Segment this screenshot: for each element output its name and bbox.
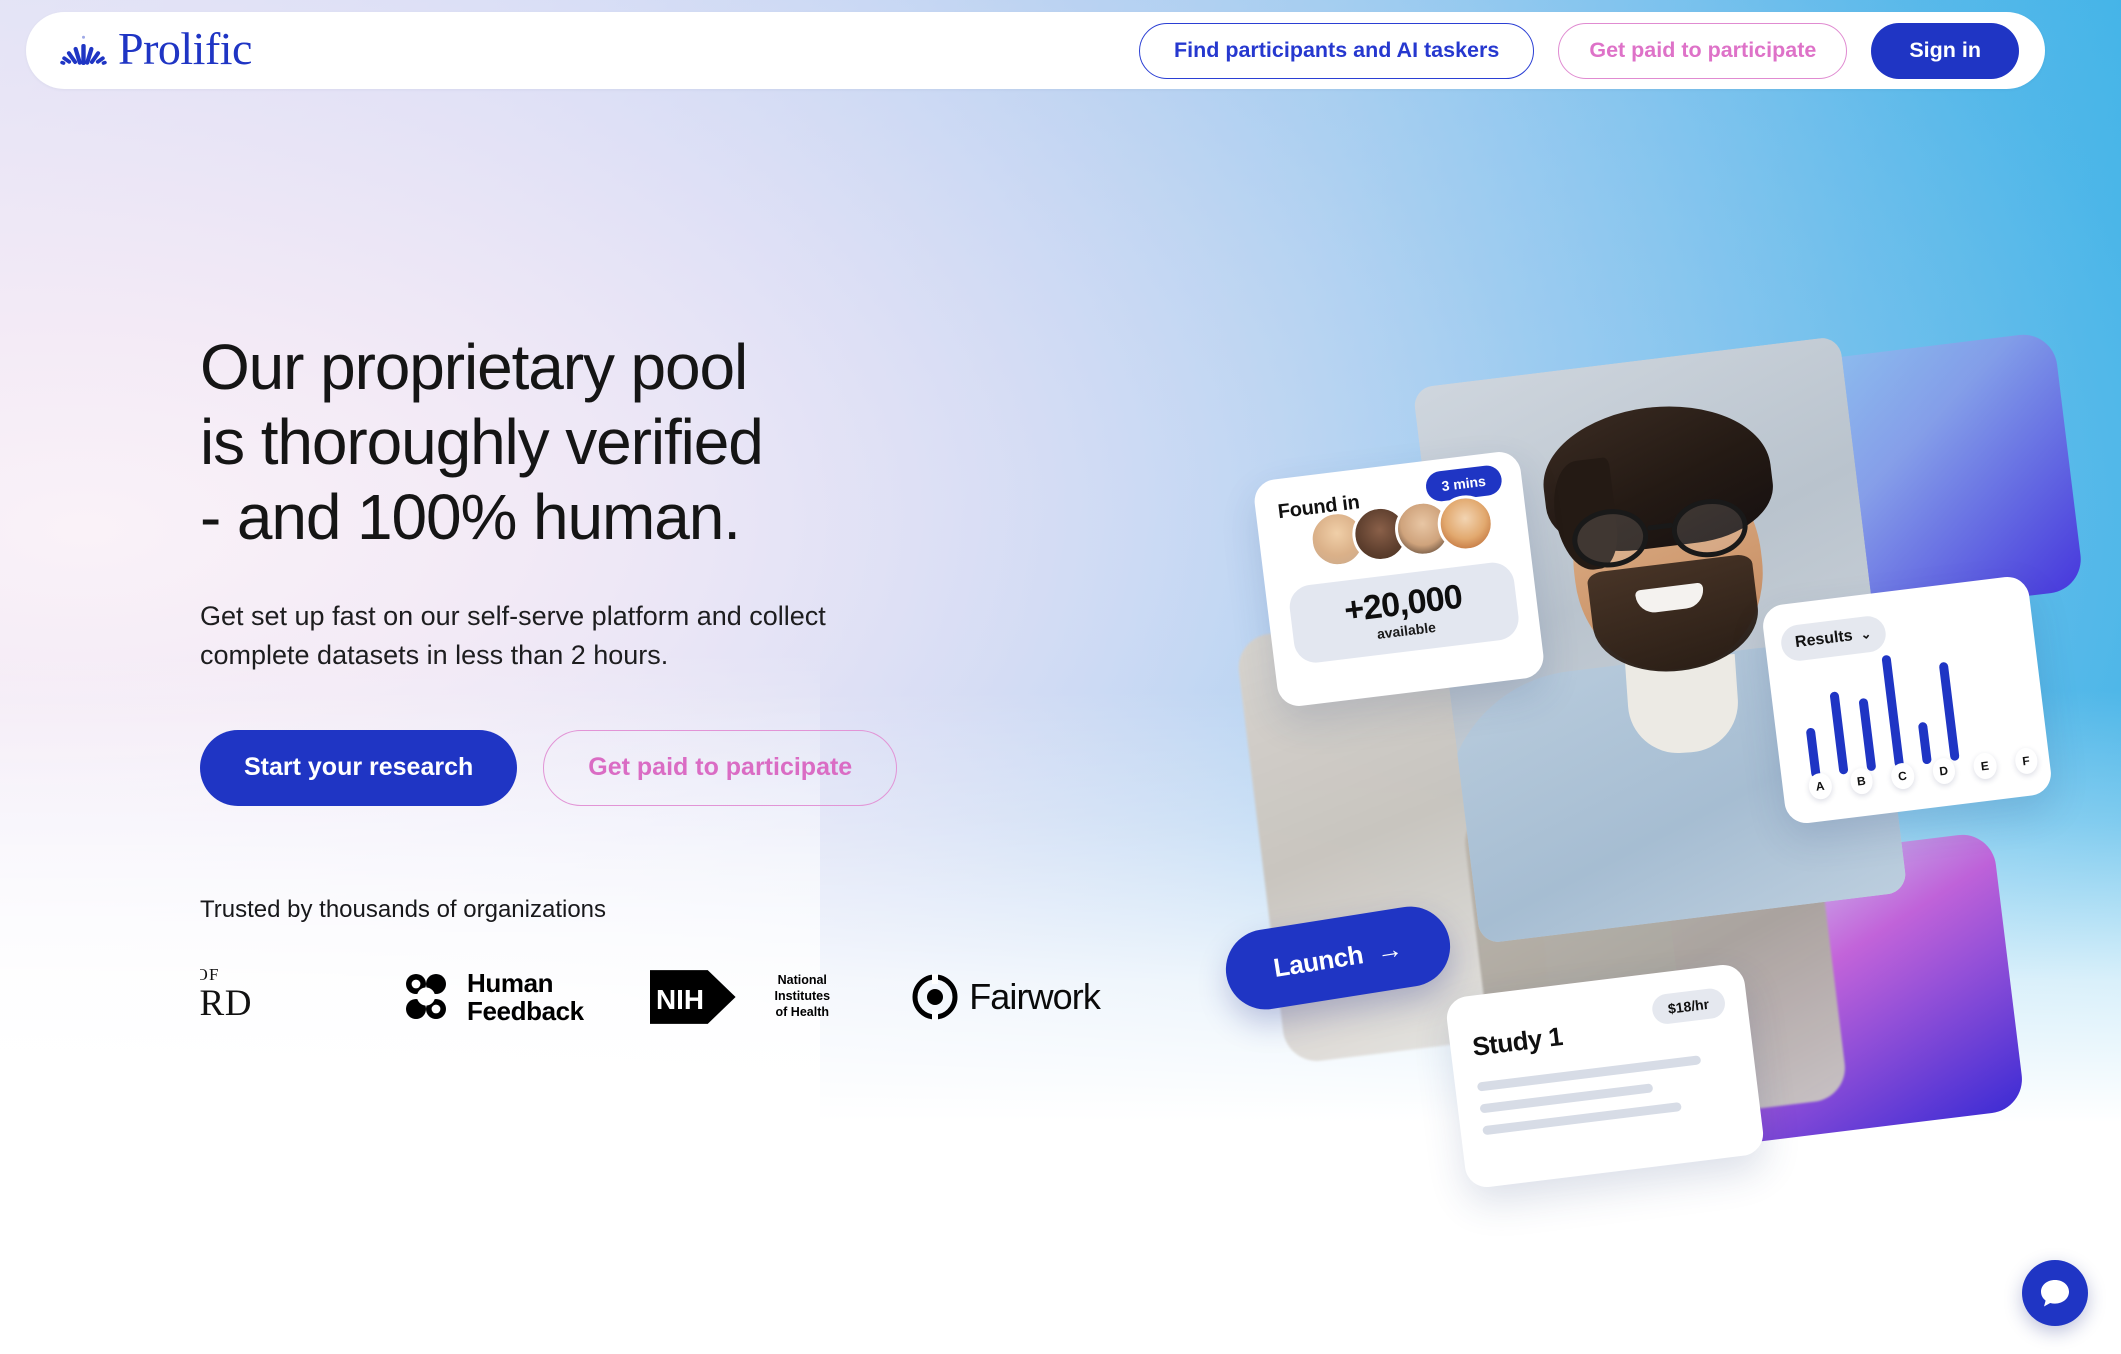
sign-in-button[interactable]: Sign in	[1871, 22, 2019, 79]
chart-bar	[1917, 721, 1932, 765]
oxford-line-2: XFORD	[200, 982, 252, 1024]
axis-label: B	[1848, 766, 1875, 796]
page-root: Prolific Find participants and AI tasker…	[0, 0, 2121, 1354]
chart-bar	[1858, 697, 1877, 772]
launch-label: Launch	[1271, 938, 1365, 983]
header-nav: Find participants and AI taskers Get pai…	[1138, 22, 2019, 79]
partner-logos: ERSITY OF XFORD	[200, 962, 1101, 1032]
oxford-line-1: ERSITY OF	[200, 965, 220, 984]
prolific-logo-link[interactable]: Prolific	[60, 26, 252, 75]
fairwork-wordmark: Fairwork	[969, 975, 1101, 1017]
logo-wordmark: Prolific	[118, 23, 252, 74]
hero-cta-row: Start your research Get paid to particip…	[200, 729, 1100, 806]
available-stat: +20,000 available	[1287, 560, 1522, 666]
hero-title-line-1: Our proprietary pool	[200, 331, 748, 403]
prolific-fan-logo-icon	[60, 35, 107, 65]
hero-title-line-2: is thoroughly verified	[200, 405, 764, 478]
found-in-card: Found in 3 mins +20,000 available	[1252, 449, 1546, 709]
chart-bar	[1805, 727, 1821, 779]
logo-human-feedback: Human Feedback	[398, 969, 584, 1025]
svg-text:NIH: NIH	[656, 984, 704, 1015]
hero-content: Our proprietary pool is thoroughly verif…	[200, 330, 1101, 1032]
hero-title-line-3: - and 100% human.	[200, 480, 741, 553]
hero-illustration: Found in 3 mins +20,000 available Result…	[1220, 290, 2121, 1210]
hero-subtitle: Get set up fast on our self-serve platfo…	[200, 597, 960, 675]
logo-university-of-oxford: ERSITY OF XFORD	[200, 966, 312, 1028]
hero-subtitle-line-1: Get set up fast on our self-serve platfo…	[200, 600, 826, 631]
chevron-down-icon: ⌄	[1859, 625, 1873, 643]
arrow-right-icon: →	[1374, 932, 1405, 967]
chat-widget-button[interactable]	[2022, 1260, 2088, 1326]
axis-label: A	[1807, 771, 1833, 801]
nih-mark-icon: NIH	[649, 970, 736, 1024]
chart-bar	[1829, 691, 1849, 775]
study-title: Study 1	[1470, 1021, 1565, 1062]
human-feedback-mark-icon	[405, 972, 447, 1019]
trusted-by-label: Trusted by thousands of organizations	[200, 895, 607, 923]
page-title: Our proprietary pool is thoroughly verif…	[200, 330, 1100, 555]
study-rate-badge: $18/hr	[1650, 986, 1727, 1026]
study-placeholder-lines	[1476, 1051, 1738, 1136]
results-card: Results ⌄ A B C D E F	[1760, 574, 2054, 826]
hero-subtitle-line-2: complete datasets in less than 2 hours.	[200, 639, 669, 670]
get-paid-to-participate-button[interactable]: Get paid to participate	[543, 729, 898, 806]
nih-line-2: of Health	[775, 1004, 829, 1019]
logo-fairwork: Fairwork	[912, 973, 1101, 1020]
human-feedback-line-1: Human	[467, 967, 554, 998]
logo-nih: NIH National Institutes of Health	[648, 968, 856, 1026]
axis-label: C	[1889, 761, 1916, 791]
results-label: Results	[1794, 627, 1854, 652]
chart-bar	[1938, 661, 1960, 762]
chat-bubble-icon	[2041, 1280, 2069, 1307]
fairwork-mark-icon	[912, 973, 958, 1020]
get-paid-nav-button[interactable]: Get paid to participate	[1558, 22, 1848, 79]
axis-label: D	[1930, 756, 1957, 786]
study-card: Study 1 $18/hr	[1444, 962, 1766, 1190]
nih-line-1: National Institutes	[774, 973, 831, 1004]
start-your-research-button[interactable]: Start your research	[200, 729, 518, 806]
find-participants-button[interactable]: Find participants and AI taskers	[1138, 22, 1535, 79]
chart-bar	[1881, 654, 1905, 768]
human-feedback-line-2: Feedback	[467, 995, 584, 1026]
site-header: Prolific Find participants and AI tasker…	[26, 12, 2045, 89]
axis-label: F	[2013, 746, 2039, 776]
axis-label: E	[1972, 751, 1998, 781]
available-count: +20,000	[1342, 577, 1465, 630]
